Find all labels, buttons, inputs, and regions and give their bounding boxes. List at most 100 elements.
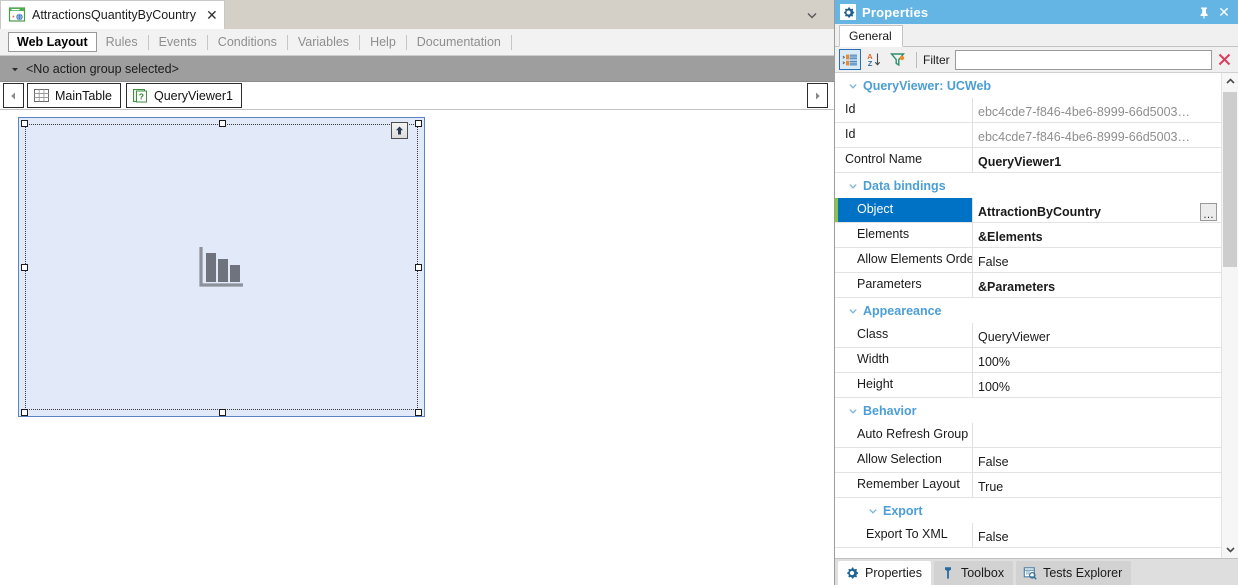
document-tab-attractionsquantitybycountry[interactable]: AttractionsQuantityByCountry ✕ xyxy=(0,0,225,29)
property-value[interactable]: False xyxy=(973,523,1221,547)
properties-title: Properties xyxy=(862,4,929,20)
gear-icon xyxy=(840,4,856,20)
resize-handle-bottom-left[interactable] xyxy=(21,409,28,416)
chevron-down-icon[interactable] xyxy=(848,306,858,316)
property-value[interactable]: False xyxy=(973,248,1221,272)
property-row-allow-elements-order-change[interactable]: Allow Elements Order C False xyxy=(835,248,1221,273)
property-name: Id xyxy=(835,123,973,147)
action-group-bar[interactable]: <No action group selected> xyxy=(0,56,834,82)
scroll-up-button[interactable] xyxy=(1222,73,1238,90)
sort-alphabetical-icon[interactable]: A Z xyxy=(863,49,885,70)
chevron-down-icon[interactable] xyxy=(848,181,858,191)
tab-events[interactable]: Events xyxy=(150,32,206,52)
property-value[interactable]: QueryViewer xyxy=(973,323,1221,347)
property-value[interactable]: 100% xyxy=(973,373,1221,397)
design-canvas[interactable] xyxy=(0,110,834,585)
object-web-panel-icon xyxy=(8,6,26,24)
bottom-tab-properties[interactable]: Properties xyxy=(838,561,931,585)
property-value[interactable]: 100% xyxy=(973,348,1221,372)
control-tabstrip: MainTable ? QueryViewer1 xyxy=(0,82,834,110)
property-value[interactable]: ebc4cde7-f846-4be6-8999-66d5003… xyxy=(973,98,1221,122)
property-row-auto-refresh-group[interactable]: Auto Refresh Group xyxy=(835,423,1221,448)
resize-handle-middle-right[interactable] xyxy=(415,264,422,271)
clear-x-icon[interactable] xyxy=(1212,49,1236,71)
property-row-id-2[interactable]: Id ebc4cde7-f846-4be6-8999-66d5003… xyxy=(835,123,1221,148)
property-row-elements[interactable]: Elements &Elements xyxy=(835,223,1221,248)
chevron-down-icon[interactable] xyxy=(802,5,822,25)
resize-handle-bottom-center[interactable] xyxy=(219,409,226,416)
property-row-export-to-xml[interactable]: Export To XML False xyxy=(835,523,1221,548)
caret-down-icon[interactable] xyxy=(8,62,22,76)
property-value[interactable]: &Parameters xyxy=(973,273,1221,297)
property-group-export[interactable]: Export xyxy=(835,498,1221,523)
tab-variables[interactable]: Variables xyxy=(289,32,358,52)
queryviewer-icon: ? xyxy=(132,87,149,104)
property-row-width[interactable]: Width 100% xyxy=(835,348,1221,373)
tab-rules[interactable]: Rules xyxy=(97,32,147,52)
tab-web-layout[interactable]: Web Layout xyxy=(8,32,97,52)
property-group-behavior[interactable]: Behavior xyxy=(835,398,1221,423)
property-row-height[interactable]: Height 100% xyxy=(835,373,1221,398)
property-name: Width xyxy=(835,348,973,372)
property-row-id-1[interactable]: Id ebc4cde7-f846-4be6-8999-66d5003… xyxy=(835,98,1221,123)
ellipsis-button[interactable]: … xyxy=(1200,203,1217,221)
property-value[interactable]: QueryViewer1 xyxy=(973,148,1221,172)
group-label: Behavior xyxy=(863,403,917,418)
property-row-control-name[interactable]: Control Name QueryViewer1 xyxy=(835,148,1221,173)
properties-tabrow: General xyxy=(835,24,1238,47)
property-group-header[interactable]: QueryViewer: UCWeb xyxy=(835,73,1221,98)
resize-handle-top-right[interactable] xyxy=(415,120,422,127)
property-row-object[interactable]: Object AttractionByCountry … xyxy=(835,198,1221,223)
property-name: Elements xyxy=(835,223,973,247)
tab-help[interactable]: Help xyxy=(361,32,405,52)
resize-handle-top-center[interactable] xyxy=(219,120,226,127)
control-tab-maintable[interactable]: MainTable xyxy=(27,83,121,108)
tab-conditions[interactable]: Conditions xyxy=(209,32,286,52)
property-group-data-bindings[interactable]: Data bindings xyxy=(835,173,1221,198)
property-value[interactable] xyxy=(973,423,1221,447)
resize-handle-bottom-right[interactable] xyxy=(415,409,422,416)
property-name: Export To XML xyxy=(835,523,973,547)
panel-bottom-tabs: Properties Toolbox Tests Explorer xyxy=(835,558,1238,585)
tab-general[interactable]: General xyxy=(839,25,903,47)
property-row-class[interactable]: Class QueryViewer xyxy=(835,323,1221,348)
property-group-appearance[interactable]: Appeareance xyxy=(835,298,1221,323)
tab-documentation[interactable]: Documentation xyxy=(408,32,510,52)
tests-explorer-icon xyxy=(1022,565,1038,581)
resize-handle-top-left[interactable] xyxy=(21,120,28,127)
application-window: AttractionsQuantityByCountry ✕ Web Layou… xyxy=(0,0,1238,585)
divider xyxy=(206,34,208,50)
scrollbar-thumb[interactable] xyxy=(1223,92,1237,267)
control-tab-queryviewer1[interactable]: ? QueryViewer1 xyxy=(125,83,242,108)
funnel-icon[interactable] xyxy=(887,49,909,70)
chevron-down-icon[interactable] xyxy=(868,506,878,516)
properties-grid[interactable]: QueryViewer: UCWeb Id ebc4cde7-f846-4be6… xyxy=(835,73,1221,558)
resize-handle-middle-left[interactable] xyxy=(21,264,28,271)
divider xyxy=(405,34,407,50)
scroll-right-button[interactable] xyxy=(807,83,828,108)
properties-grid-wrap: QueryViewer: UCWeb Id ebc4cde7-f846-4be6… xyxy=(835,73,1238,558)
bottom-tab-toolbox[interactable]: Toolbox xyxy=(933,561,1014,585)
close-icon[interactable]: ✕ xyxy=(1214,2,1234,22)
scroll-left-button[interactable] xyxy=(3,83,24,108)
categorized-view-icon[interactable] xyxy=(839,49,861,70)
filter-input[interactable] xyxy=(954,49,1212,70)
arrow-up-icon[interactable] xyxy=(391,122,408,139)
queryviewer-control-placeholder[interactable] xyxy=(18,117,425,417)
property-row-remember-layout[interactable]: Remember Layout True xyxy=(835,473,1221,498)
scroll-down-button[interactable] xyxy=(1222,541,1238,558)
bottom-tab-tests-explorer[interactable]: Tests Explorer xyxy=(1016,561,1132,585)
properties-scrollbar[interactable] xyxy=(1221,73,1238,558)
chevron-down-icon[interactable] xyxy=(848,81,858,91)
property-value[interactable]: ebc4cde7-f846-4be6-8999-66d5003… xyxy=(973,123,1221,147)
property-value[interactable]: AttractionByCountry … xyxy=(973,198,1221,222)
property-value[interactable]: False xyxy=(973,448,1221,472)
property-value[interactable]: &Elements xyxy=(973,223,1221,247)
chevron-down-icon[interactable] xyxy=(848,406,858,416)
property-value[interactable]: True xyxy=(973,473,1221,497)
close-icon[interactable]: ✕ xyxy=(206,8,218,22)
property-row-parameters[interactable]: Parameters &Parameters xyxy=(835,273,1221,298)
properties-panel: Properties ✕ General A Z Filter QueryVie… xyxy=(834,0,1238,585)
property-row-allow-selection[interactable]: Allow Selection False xyxy=(835,448,1221,473)
pin-icon[interactable] xyxy=(1194,2,1214,22)
